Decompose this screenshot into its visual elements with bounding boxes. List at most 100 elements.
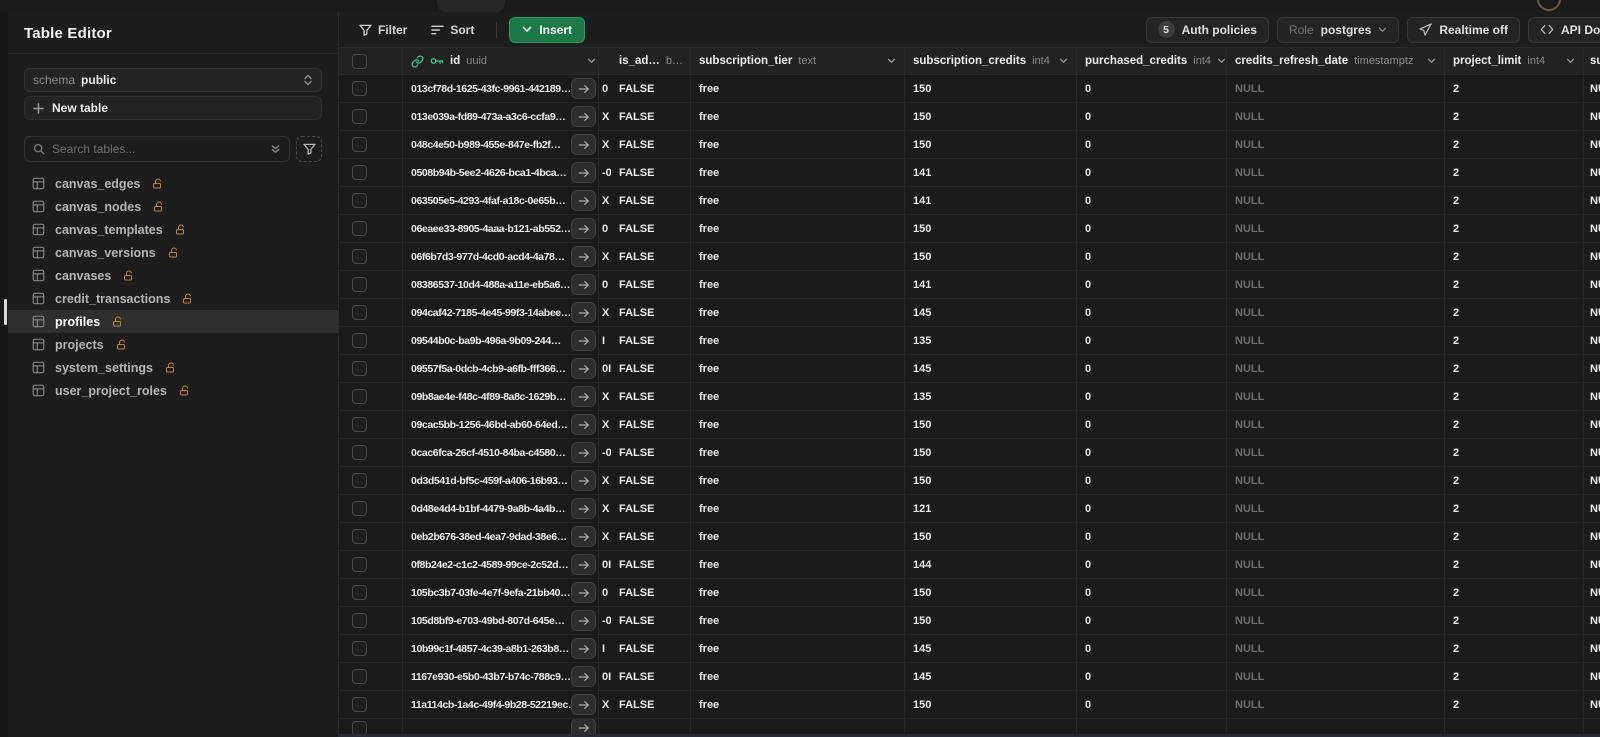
cell-clipped[interactable]: X bbox=[599, 131, 611, 158]
row-select-cell[interactable] bbox=[339, 411, 403, 438]
cell-subscription-credits[interactable]: 150 bbox=[905, 523, 1077, 550]
cell-credits-refresh-date[interactable]: NULL bbox=[1227, 355, 1445, 382]
sidebar-table-item[interactable]: canvas_versions bbox=[8, 241, 338, 264]
cell-clipped[interactable]: X bbox=[599, 383, 611, 410]
cell-credits-refresh-date[interactable]: NULL bbox=[1227, 439, 1445, 466]
row-checkbox[interactable] bbox=[352, 137, 367, 152]
expand-row-button[interactable] bbox=[571, 554, 596, 575]
sidebar-table-item[interactable]: canvases bbox=[8, 264, 338, 287]
cell-clipped-last[interactable]: NU bbox=[1584, 663, 1600, 690]
column-header-clipped-last[interactable]: su bbox=[1584, 48, 1600, 74]
cell-subscription-credits[interactable]: 150 bbox=[905, 439, 1077, 466]
realtime-toggle-button[interactable]: Realtime off bbox=[1407, 16, 1520, 43]
cell-credits-refresh-date[interactable]: NULL bbox=[1227, 131, 1445, 158]
cell-id[interactable]: 105bc3b7-03fe-4e7f-9efa-21bb40… bbox=[403, 579, 599, 606]
cell-is-admin[interactable]: FALSE bbox=[611, 383, 691, 410]
cell-project-limit[interactable]: 2 bbox=[1445, 663, 1584, 690]
cell-subscription-credits[interactable]: 150 bbox=[905, 75, 1077, 102]
cell-clipped[interactable]: X bbox=[599, 103, 611, 130]
cell-subscription-credits[interactable]: 145 bbox=[905, 355, 1077, 382]
sidebar-table-item[interactable]: projects bbox=[8, 333, 338, 356]
cell-purchased-credits[interactable]: 0 bbox=[1077, 383, 1227, 410]
cell-id[interactable]: 08386537-10d4-488a-a11e-eb5a6… bbox=[403, 271, 599, 298]
cell-project-limit[interactable]: 2 bbox=[1445, 215, 1584, 242]
cell-is-admin[interactable]: FALSE bbox=[611, 635, 691, 662]
cell-id[interactable]: 048c4e50-b989-455e-847e-fb2f… bbox=[403, 131, 599, 158]
expand-row-button[interactable] bbox=[571, 694, 596, 715]
cell-subscription-tier[interactable]: free bbox=[691, 635, 905, 662]
cell-subscription-credits[interactable]: 141 bbox=[905, 159, 1077, 186]
row-checkbox[interactable] bbox=[352, 585, 367, 600]
sidebar-table-item[interactable]: user_project_roles bbox=[8, 379, 338, 402]
cell-subscription-tier[interactable]: free bbox=[691, 159, 905, 186]
cell-id[interactable]: 1167e930-e5b0-43b7-b74c-788c9… bbox=[403, 663, 599, 690]
row-checkbox[interactable] bbox=[352, 361, 367, 376]
schema-select[interactable]: schema public bbox=[24, 68, 322, 92]
cell-subscription-tier[interactable]: free bbox=[691, 495, 905, 522]
cell-id[interactable]: 0d3d541d-bf5c-459f-a406-16b93… bbox=[403, 467, 599, 494]
cell-purchased-credits[interactable]: 0 bbox=[1077, 215, 1227, 242]
cell-purchased-credits[interactable]: 0 bbox=[1077, 579, 1227, 606]
search-tables-box[interactable] bbox=[24, 136, 290, 162]
row-select-cell[interactable] bbox=[339, 355, 403, 382]
cell-purchased-credits[interactable]: 0 bbox=[1077, 75, 1227, 102]
row-select-cell[interactable] bbox=[339, 327, 403, 354]
column-header-subscription-tier[interactable]: subscription_tier text bbox=[691, 48, 905, 74]
cell-purchased-credits[interactable]: 0 bbox=[1077, 607, 1227, 634]
row-checkbox[interactable] bbox=[352, 305, 367, 320]
cell-id[interactable]: 105d8bf9-e703-49bd-807d-645e… bbox=[403, 607, 599, 634]
cell-clipped-last[interactable]: NU bbox=[1584, 691, 1600, 718]
cell-clipped[interactable]: 0I bbox=[599, 355, 611, 382]
cell-is-admin[interactable]: FALSE bbox=[611, 579, 691, 606]
cell-subscription-tier[interactable]: free bbox=[691, 383, 905, 410]
cell-id[interactable]: 0d48e4d4-b1bf-4479-9a8b-4a4b… bbox=[403, 495, 599, 522]
cell-project-limit[interactable]: 2 bbox=[1445, 159, 1584, 186]
role-select-button[interactable]: Role postgres bbox=[1276, 16, 1400, 43]
cell-subscription-tier[interactable]: free bbox=[691, 663, 905, 690]
cell-subscription-credits[interactable]: 121 bbox=[905, 495, 1077, 522]
cell-is-admin[interactable]: FALSE bbox=[611, 663, 691, 690]
cell-subscription-tier[interactable]: free bbox=[691, 299, 905, 326]
sidebar-table-item[interactable]: profiles bbox=[8, 310, 338, 333]
cell-clipped-last[interactable]: NU bbox=[1584, 635, 1600, 662]
row-select-cell[interactable] bbox=[339, 607, 403, 634]
cell-clipped[interactable]: X bbox=[599, 299, 611, 326]
cell-clipped[interactable]: 0 bbox=[599, 75, 611, 102]
cell-subscription-credits[interactable]: 150 bbox=[905, 607, 1077, 634]
table-row[interactable]: 0d48e4d4-b1bf-4479-9a8b-4a4b… X FALSE fr… bbox=[339, 495, 1600, 523]
expand-row-button[interactable] bbox=[571, 610, 596, 631]
table-row[interactable]: 0cac6fca-26cf-4510-84ba-c4580… -0 FALSE … bbox=[339, 439, 1600, 467]
cell-purchased-credits[interactable]: 0 bbox=[1077, 187, 1227, 214]
column-header-credits-refresh-date[interactable]: credits_refresh_date timestamptz bbox=[1227, 48, 1445, 74]
row-checkbox[interactable] bbox=[352, 277, 367, 292]
chevron-down-icon[interactable] bbox=[587, 58, 596, 64]
cell-purchased-credits[interactable]: 0 bbox=[1077, 355, 1227, 382]
cell-subscription-tier[interactable]: free bbox=[691, 523, 905, 550]
cell-subscription-credits[interactable]: 150 bbox=[905, 131, 1077, 158]
cell-id[interactable]: 0eb2b676-38ed-4ea7-9dad-38e6… bbox=[403, 523, 599, 550]
cell-credits-refresh-date[interactable]: NULL bbox=[1227, 551, 1445, 578]
row-checkbox[interactable] bbox=[352, 417, 367, 432]
expand-row-button[interactable] bbox=[571, 162, 596, 183]
cell-is-admin[interactable]: FALSE bbox=[611, 271, 691, 298]
cell-credits-refresh-date[interactable]: NULL bbox=[1227, 663, 1445, 690]
cell-clipped[interactable]: 0 bbox=[599, 215, 611, 242]
row-checkbox[interactable] bbox=[352, 557, 367, 572]
cell-is-admin[interactable]: FALSE bbox=[611, 551, 691, 578]
expand-row-button[interactable] bbox=[571, 218, 596, 239]
cell-clipped-last[interactable]: NU bbox=[1584, 411, 1600, 438]
cell-purchased-credits[interactable]: 0 bbox=[1077, 299, 1227, 326]
cell-subscription-credits[interactable]: 141 bbox=[905, 271, 1077, 298]
expand-row-button[interactable] bbox=[571, 498, 596, 519]
cell-subscription-credits[interactable]: 141 bbox=[905, 187, 1077, 214]
cell-clipped[interactable]: 0 bbox=[599, 271, 611, 298]
cell-subscription-tier[interactable]: free bbox=[691, 103, 905, 130]
filter-button[interactable]: Filter bbox=[349, 17, 417, 43]
cell-id[interactable]: 09557f5a-0dcb-4cb9-a6fb-fff366… bbox=[403, 355, 599, 382]
cell-subscription-credits[interactable]: 150 bbox=[905, 691, 1077, 718]
cell-project-limit[interactable]: 2 bbox=[1445, 243, 1584, 270]
cell-clipped-last[interactable]: NU bbox=[1584, 215, 1600, 242]
cell-project-limit[interactable]: 2 bbox=[1445, 187, 1584, 214]
cell-clipped-last[interactable]: NU bbox=[1584, 159, 1600, 186]
table-row[interactable]: 06eaee33-8905-4aaa-b121-ab552… 0 FALSE f… bbox=[339, 215, 1600, 243]
